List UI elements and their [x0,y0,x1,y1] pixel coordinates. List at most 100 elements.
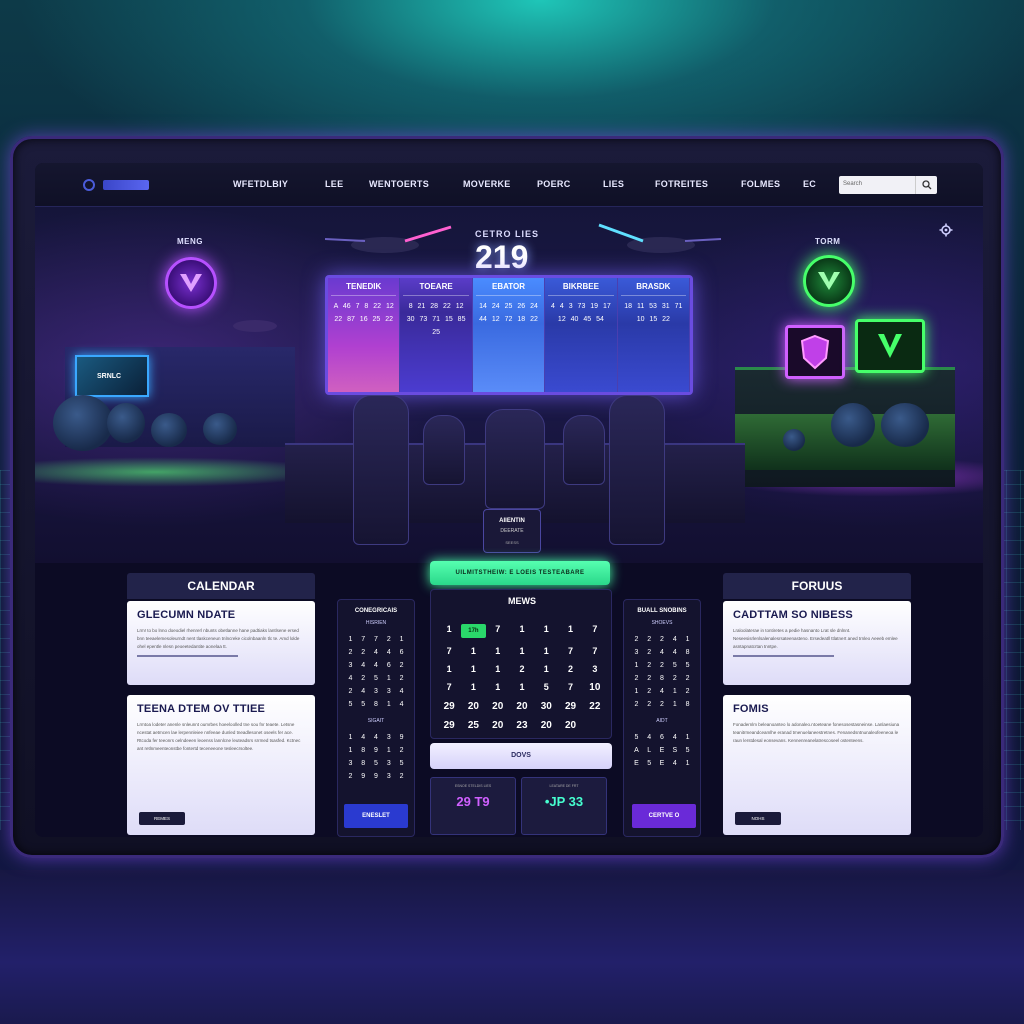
days-button[interactable]: DOVS [430,743,612,769]
calendar-day[interactable]: 1 [486,646,510,656]
calendar-day[interactable]: 20 [510,701,534,712]
schedule-cell: 2 [660,701,664,708]
gear-icon[interactable] [939,223,953,237]
calendar-day[interactable]: 23 [510,720,534,731]
calendar-day[interactable]: 20 [558,720,582,731]
calendar-day[interactable]: 1 [461,682,485,693]
calendar-day-selected[interactable]: 17h [461,624,486,638]
calendar-day[interactable]: 1 [534,624,558,638]
schedule-cell: 4 [399,688,404,695]
calendar-day[interactable]: 25 [461,720,485,731]
schedule-cell: 1 [634,662,639,669]
schedule-cell: 2 [361,649,366,656]
calendar-day[interactable]: 20 [486,720,510,731]
calendar-day[interactable]: 29 [437,720,461,731]
team-emblem-icon [818,272,840,290]
calendar-day[interactable]: 1 [510,682,534,693]
search-icon [922,180,932,190]
schedule-cell: 8 [685,649,690,656]
calendar-day[interactable]: 10 [583,682,607,693]
top-navigation: WFETDLBIY LEE WENTOERTS MOVERKE POERC LI… [35,163,983,207]
calendar-day[interactable]: 1 [510,646,534,656]
schedule-cell: 5 [374,760,378,767]
calendar-day[interactable]: 7 [437,646,461,656]
schedule-cell: 8 [660,675,664,682]
calendar-day[interactable]: 1 [461,664,485,674]
cta-button[interactable]: UILMITSTHEIW: E LOEIS TESTEABARE [430,561,610,585]
calendar-day[interactable]: 7 [558,646,582,656]
schedule-cell: 2 [386,636,391,643]
calendar-day[interactable]: 7 [486,624,510,638]
calendar-day[interactable]: 20 [534,720,558,731]
card-button[interactable]: REMES [139,812,185,825]
schedule-cell: 9 [374,747,378,754]
nav-item-3[interactable]: WENTOERTS [369,179,429,189]
schedule-cell: 4 [374,662,378,669]
calendar-day[interactable]: 30 [534,701,558,712]
schedule-cell: 8 [361,747,366,754]
right-team-logo[interactable] [803,255,855,307]
calendar-day[interactable]: 20 [486,701,510,712]
calendar-day[interactable]: 1 [437,664,461,674]
forum-card[interactable]: CADTTAM SO NIBESS Lraloolaterae in tonti… [723,601,911,685]
calendar-day[interactable]: 1 [486,682,510,693]
schedule-grid: 222413244812255228221241222218 [630,636,694,708]
nav-item-6[interactable]: LIES [603,179,624,189]
forums-header: FORUUS [723,573,911,599]
score-card-label: LEATARE DE FRT [549,784,579,788]
calendar-day[interactable]: 5 [534,682,558,693]
calendar-day[interactable]: 1 [534,646,558,656]
calendar-day[interactable]: 29 [558,701,582,712]
chair-card-line: DEERATE [500,528,524,534]
calendar-day[interactable]: 7 [583,646,607,656]
calendar-card[interactable]: TEENA DTEM OV TTIEE Lrmtoa lodeter anenl… [127,695,315,835]
calendar-day[interactable]: 1 [510,624,534,638]
nav-item-5[interactable]: POERC [537,179,571,189]
calendar-day[interactable]: 1 [437,624,461,638]
site-logo-icon[interactable] [83,179,95,191]
calendar-day[interactable]: 7 [583,624,607,638]
scoreboard-column-header: BIKRBEE [548,280,614,296]
calendar-day[interactable]: 22 [583,701,607,712]
nav-item-4[interactable]: MOVERKE [463,179,511,189]
schedule-button[interactable]: ENESLET [344,804,408,828]
calendar-day[interactable]: 2 [558,664,582,674]
card-title: FOMIS [733,703,769,715]
drone-icon [598,223,722,253]
score-card[interactable]: ESNOE STELDIS LIES 29 T9 [430,777,516,835]
nav-item-8[interactable]: FOLMES [741,179,780,189]
nav-item-1[interactable]: WFETDLBIY [233,179,288,189]
calendar-day[interactable]: 2 [510,664,534,674]
forum-card[interactable]: FOMIS Fonadernlm beleanoanteo lo adonale… [723,695,911,835]
score-card[interactable]: LEATARE DE FRT •JP 33 [521,777,607,835]
schedule-cell: 4 [672,649,677,656]
calendar-day[interactable]: 1 [534,664,558,674]
card-button[interactable]: NOHS [735,812,781,825]
schedule-cell: A [634,747,639,754]
calendar-card[interactable]: GLECUMN NDATE Lrm! to bo lnno doeodiel r… [127,601,315,685]
card-title: TEENA DTEM OV TTIEE [137,703,266,715]
schedule-cell: 2 [634,701,639,708]
schedule-cell: 1 [685,636,690,643]
schedule-cell: 9 [374,773,378,780]
schedule-cell: 1 [399,636,404,643]
calendar-day[interactable]: 7 [558,682,582,693]
score-card-label: ESNOE STELDIS LIES [454,784,492,788]
schedule-grid: 1 7 7 2 1 2 2 4 4 6 3 4 4 6 2 4 2 5 1 2 2 4 3 3 4 5 5 8 1 4 [344,636,408,708]
nav-item-2[interactable]: LEE [325,179,343,189]
nav-item-7[interactable]: FOTREITES [655,179,708,189]
calendar-day[interactable]: 7 [437,682,461,693]
calendar-day[interactable]: 1 [461,646,485,656]
calendar-day[interactable]: 1 [558,624,582,638]
calendar-day[interactable]: 3 [583,664,607,674]
nav-item-9[interactable]: EC [803,179,816,189]
schedule-cell: 2 [348,688,353,695]
search-input[interactable]: Search [839,176,915,194]
search-button[interactable] [915,176,937,194]
left-team-logo[interactable] [165,257,217,309]
gaming-chair [423,415,465,485]
calendar-day[interactable]: 1 [486,664,510,674]
calendar-day[interactable]: 20 [461,701,485,712]
schedule-button[interactable]: CERTVE O [632,804,696,828]
calendar-day[interactable]: 29 [437,701,461,712]
